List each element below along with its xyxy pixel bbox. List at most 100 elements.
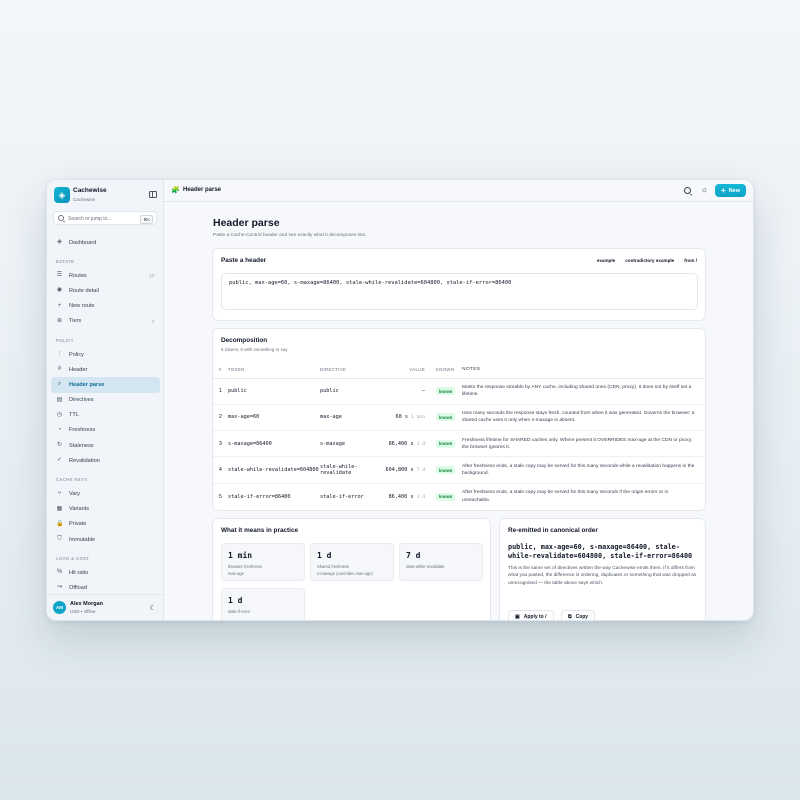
row-known-cell: known — [427, 430, 462, 458]
contradictory-example-link[interactable]: contradictory example — [625, 258, 674, 263]
sidebar-item-routes[interactable]: ☰ Routes 13 — [51, 268, 160, 283]
col-known: KNOWN — [427, 361, 462, 379]
tile-label: stale-while-revalidate — [406, 564, 445, 569]
puzzle-icon: 🧩 — [171, 187, 180, 194]
sidebar-item-dashboard[interactable]: ◈ Dashboard — [51, 235, 160, 250]
sidebar-item-label: Hit ratio — [69, 569, 89, 576]
status-badge: known — [436, 387, 456, 396]
nav-section-title: POLICY — [56, 337, 74, 343]
sidebar-item-label: Revalidation — [69, 457, 100, 464]
table-row: 5 stale-if-error=86400 stale-if-error 86,40… — [213, 483, 705, 509]
row-token: public — [226, 378, 320, 405]
row-value-unit: 1 d — [416, 494, 425, 500]
row-value-cell: 604,800 s 7 d — [382, 456, 427, 484]
tile-sublabel: s-maxage (overrides max-age) — [317, 571, 373, 576]
sidebar: ◈ Cachewise Cachewise Search or jump to.… — [47, 180, 164, 620]
layers-icon: ◈ — [57, 239, 62, 246]
header-textarea[interactable]: public, max-age=60, s-maxage=86400, stal… — [221, 273, 698, 310]
main-content: Header parse Paste a Cache-Control heade… — [164, 202, 753, 620]
new-button[interactable]: + New — [715, 184, 746, 197]
sidebar-item-policy[interactable]: ⫶ Policy — [51, 347, 160, 362]
sidebar-toggle-icon[interactable] — [149, 191, 157, 198]
gauge-icon: ◔ — [57, 426, 62, 433]
sidebar-item-label: New route — [69, 303, 95, 310]
brand[interactable]: ◈ Cachewise Cachewise — [54, 187, 157, 207]
tile-sublabel: max-age — [228, 571, 244, 576]
shield-icon: ⛉ — [57, 536, 62, 543]
tile-value: 1 min — [228, 551, 253, 560]
nav-section-title: ESTATE — [56, 259, 75, 265]
nav-section-title: LOAD & COST — [56, 556, 90, 562]
row-token: s-maxage=86400 — [226, 430, 320, 458]
user-name: Alex Morgan — [70, 601, 104, 607]
search-icon[interactable] — [684, 187, 691, 194]
row-index: 3 — [213, 430, 226, 458]
col-notes: NOTES — [462, 361, 705, 379]
sidebar-item-count: 13 — [148, 273, 154, 279]
sidebar-item-staleness[interactable]: ↻ Staleness — [51, 438, 160, 453]
sidebar-item-vary[interactable]: ⑂ Vary — [51, 486, 160, 501]
sidebar-item-label: Routes — [69, 272, 87, 279]
row-notes: How many seconds the response stays fres… — [462, 404, 705, 432]
search-input[interactable]: Search or jump to... ⌘K — [53, 211, 157, 225]
clock-icon: ◷ — [56, 411, 63, 418]
sidebar-item-new-route[interactable]: + New route — [51, 299, 160, 314]
copy-button-label: Copy — [575, 613, 589, 620]
moon-icon[interactable]: ☾ — [150, 604, 156, 612]
decomposition-table: # TOKEN DIRECTIVE VALUE KNOWN NOTES 1 pub… — [213, 361, 705, 509]
hash-icon: # — [57, 366, 62, 373]
shortcut-hint: ⌘K — [140, 214, 153, 224]
sidebar-item-label: Directives — [69, 397, 94, 404]
status-badge: known — [436, 413, 456, 422]
sidebar-item-label: Variants — [69, 506, 90, 513]
table-row: 2 max-age=60 max-age 60 s 1 min known How man… — [213, 404, 705, 432]
percent-icon: % — [56, 569, 63, 576]
canonical-description: This is the same set of directives writt… — [508, 566, 697, 586]
sidebar-item-private[interactable]: 🔒 Private — [51, 517, 160, 532]
tile-value: 7 d — [406, 551, 421, 560]
sidebar-item-label: Freshness — [69, 427, 96, 434]
sidebar-item-variants[interactable]: ▦ Variants — [51, 502, 160, 517]
trend-icon: ↝ — [56, 584, 63, 591]
user-status: USD • offline — [70, 609, 96, 614]
example-link[interactable]: example — [597, 258, 615, 263]
sidebar-item-immutable[interactable]: ⛉ Immutable — [51, 532, 160, 547]
app-subtitle: Cachewise — [73, 197, 96, 202]
row-token: stale-if-error=86400 — [228, 493, 291, 500]
sidebar-item-label: Vary — [69, 491, 81, 498]
sidebar-item-ttl[interactable]: ◷ TTL — [51, 408, 160, 423]
row-value: 604,800 s — [385, 467, 414, 474]
col-index: # — [213, 361, 226, 379]
tile-value: 1 d — [228, 596, 243, 605]
row-value: 60 s — [395, 414, 409, 421]
col-directive: DIRECTIVE — [320, 361, 382, 379]
avatar: AM — [53, 601, 66, 614]
search-icon: ⌕ — [57, 381, 62, 388]
lock-icon: 🔒 — [56, 520, 64, 527]
plus-icon: + — [57, 302, 62, 309]
practice-tile: 1 d stale-if-error — [221, 588, 305, 620]
row-value: 86,400 s — [388, 440, 414, 447]
sidebar-item-label: Route detail — [69, 287, 99, 294]
row-directive: stale-if-error — [320, 493, 364, 500]
check-icon: ✓ — [56, 457, 63, 464]
sidebar-item-directives[interactable]: ▤ Directives — [51, 393, 160, 408]
app-window: ◈ Cachewise Cachewise Search or jump to.… — [46, 179, 754, 621]
user-panel[interactable]: AM Alex Morgan USD • offline ☾ — [47, 594, 163, 620]
sidebar-item-header-parse[interactable]: ⌕ Header parse — [51, 377, 160, 393]
sidebar-item-label: Header parse — [69, 381, 105, 388]
sidebar-item-route-detail[interactable]: ◉ Route detail — [51, 283, 160, 298]
sidebar-item-tiers[interactable]: ⊕ Tiers 4 — [51, 314, 160, 329]
refresh-icon: ↻ — [56, 442, 63, 449]
sidebar-item-header[interactable]: # Header — [51, 362, 160, 377]
sidebar-item-revalidation[interactable]: ✓ Revalidation — [51, 453, 160, 468]
sidebar-item-label: Tiers — [69, 318, 82, 325]
practice-tile: 1 min Browser freshness max-age — [221, 543, 305, 581]
apply-button[interactable]: ▣ Apply to / — [508, 610, 554, 620]
row-known-cell: known — [427, 483, 462, 509]
copy-button[interactable]: ⧉ Copy — [561, 610, 596, 620]
sidebar-item-freshness[interactable]: ◔ Freshness — [51, 423, 160, 438]
sidebar-item-hit-ratio[interactable]: % Hit ratio — [51, 565, 160, 580]
from-route-link[interactable]: from / — [684, 258, 697, 263]
sun-icon[interactable]: ☼ — [701, 185, 708, 194]
